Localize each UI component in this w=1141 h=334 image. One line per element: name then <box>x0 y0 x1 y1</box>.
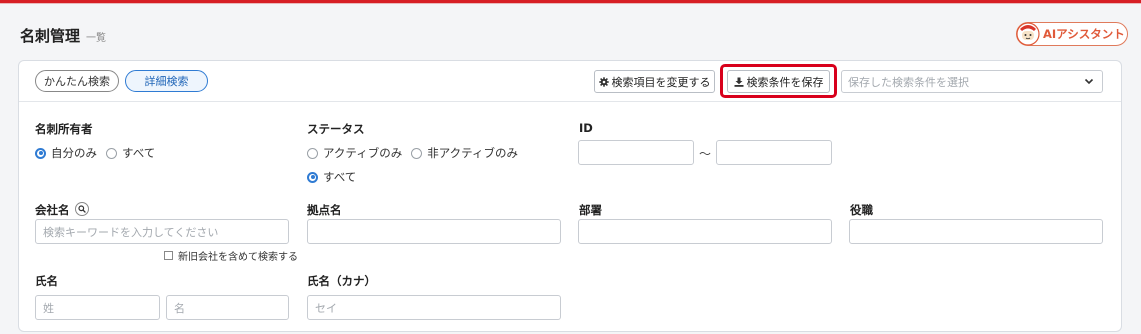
first-name-input[interactable]: 名 <box>166 295 289 320</box>
owner-option-self[interactable]: 自分のみ <box>35 145 97 161</box>
radio-icon <box>307 147 318 159</box>
search-panel: かんたん検索 詳細検索 検索項目を変更する 検索条件を保存 保存した検索条件を選… <box>18 60 1122 332</box>
id-label: ID <box>579 121 593 135</box>
owner-option-all[interactable]: すべて <box>106 145 155 161</box>
radio-selected-icon <box>35 147 46 159</box>
status-option-all[interactable]: すべて <box>307 169 356 185</box>
owner-label: 名刺所有者 <box>35 122 93 136</box>
radio-selected-icon <box>307 171 318 183</box>
change-search-items-label: 検索項目を変更する <box>611 75 711 89</box>
saved-conditions-placeholder: 保存した検索条件を選択 <box>848 75 969 89</box>
saved-conditions-select[interactable]: 保存した検索条件を選択 <box>841 70 1103 93</box>
include-old-company-option[interactable]: 新旧会社を含めて検索する <box>164 248 298 263</box>
id-from-input[interactable] <box>578 140 694 165</box>
change-search-items-button[interactable]: 検索項目を変更する <box>594 70 715 93</box>
department-label: 部署 <box>579 203 602 217</box>
highlight-box <box>720 64 837 98</box>
status-radio-group: アクティブのみ 非アクティブのみ <box>307 145 527 161</box>
ai-mascot-icon <box>1016 22 1040 46</box>
include-old-company-label: 新旧会社を含めて検索する <box>178 252 298 263</box>
status-option-all-label: すべて <box>323 170 357 184</box>
branch-label: 拠点名 <box>307 203 342 217</box>
company-label: 会社名 <box>35 203 70 217</box>
name-label: 氏名 <box>35 274 58 288</box>
radio-icon <box>106 147 117 159</box>
company-search-button[interactable] <box>75 202 89 216</box>
position-label: 役職 <box>850 203 873 217</box>
status-option-inactive-label: 非アクティブのみ <box>427 146 518 160</box>
company-input[interactable]: 検索キーワードを入力してください <box>35 219 289 244</box>
id-range-separator: ～ <box>699 147 712 161</box>
id-to-input[interactable] <box>716 140 832 165</box>
page-title: 名刺管理 <box>20 27 81 45</box>
search-toolbar: かんたん検索 詳細検索 検索項目を変更する 検索条件を保存 保存した検索条件を選… <box>19 61 1121 102</box>
name-kana-label: 氏名（カナ） <box>307 274 376 288</box>
checkbox-icon <box>164 251 173 260</box>
status-label: ステータス <box>307 122 365 136</box>
branch-input[interactable] <box>307 219 561 244</box>
detail-search-tab[interactable]: 詳細検索 <box>125 70 208 92</box>
chevron-down-icon <box>1084 78 1094 85</box>
owner-radio-group: 自分のみ すべて <box>35 145 164 161</box>
status-radio-group-row2: すべて <box>307 169 365 185</box>
department-input[interactable] <box>578 219 832 244</box>
owner-option-all-label: すべて <box>122 146 156 160</box>
top-accent-shadow <box>0 3 1141 4</box>
ai-assistant-button[interactable]: AIアシスタント <box>1016 22 1128 46</box>
status-option-active-label: アクティブのみ <box>323 146 403 160</box>
simple-search-tab[interactable]: かんたん検索 <box>35 70 119 92</box>
ai-assistant-label: AIアシスタント <box>1043 27 1125 41</box>
radio-icon <box>411 147 423 159</box>
search-icon <box>78 205 86 213</box>
position-input[interactable] <box>849 219 1103 244</box>
status-option-active[interactable]: アクティブのみ <box>307 145 402 161</box>
gear-icon <box>598 76 609 87</box>
last-name-input[interactable]: 姓 <box>35 295 160 320</box>
name-kana-input[interactable]: セイ <box>307 295 561 320</box>
page-subtitle: 一覧 <box>86 33 106 44</box>
owner-option-self-label: 自分のみ <box>51 146 97 160</box>
status-option-inactive[interactable]: 非アクティブのみ <box>411 145 518 161</box>
